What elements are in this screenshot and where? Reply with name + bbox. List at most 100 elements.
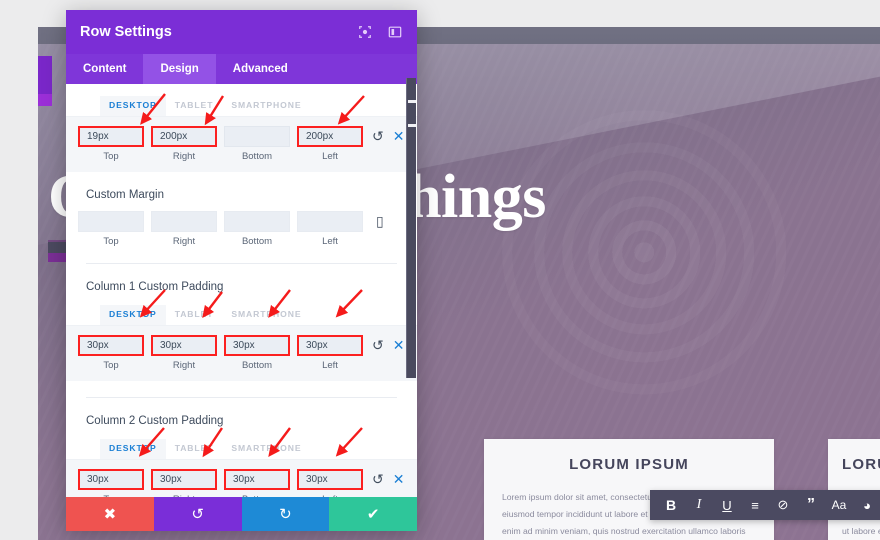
page-scrollbar[interactable] [406,78,416,378]
field-custom-padding-bottom: Bottom [224,126,290,162]
reset-icon[interactable]: ↺ [372,471,384,488]
input-right[interactable]: 30px [151,469,217,490]
save-button[interactable]: ✔ [329,497,417,531]
modal-footer: ✖ ↺ ↻ ✔ [66,497,417,531]
row-actions: ↺ ✕ [372,469,404,488]
device-tab-tablet[interactable]: TABLET [166,96,223,116]
device-tabs-column-2-custom-padding: DESKTOP TABLET SMARTPHONE [66,427,417,459]
field-custom-padding-top: 19px Top [78,126,144,162]
field-column-2-custom-padding-top: 30px Top [78,469,144,497]
field-label-right: Right [172,360,196,371]
row-settings-modal: Row Settings Content Design Advanced DES… [66,10,417,531]
device-tab-tablet[interactable]: TABLET [166,439,223,459]
underline-icon[interactable]: U [714,492,740,518]
field-column-1-custom-padding-left: 30px Left [297,335,363,371]
field-column-1-custom-padding-bottom: 30px Bottom [224,335,290,371]
row-actions: ↺ ✕ [372,335,404,354]
field-custom-margin-right: Right [151,211,217,247]
input-right[interactable]: 30px [151,335,217,356]
modal-header: Row Settings [66,10,417,54]
redo-button[interactable]: ↻ [241,497,330,531]
tab-content[interactable]: Content [66,54,143,84]
field-column-1-custom-padding-top: 30px Top [78,335,144,371]
field-label-left: Left [322,360,338,371]
clear-icon[interactable]: ✕ [393,337,405,354]
field-label-right: Right [151,494,217,497]
card-title: LORUM IPS [842,456,880,473]
cancel-button[interactable]: ✖ [66,497,154,531]
input-right[interactable]: 200px [151,126,217,147]
input-top[interactable] [78,211,144,232]
device-tabs-column-1-custom-padding: DESKTOP TABLET SMARTPHONE [66,293,417,325]
clear-icon[interactable]: ✕ [393,128,405,145]
undo-button[interactable]: ↺ [153,497,242,531]
device-tab-desktop[interactable]: DESKTOP [100,96,166,116]
field-label-top: Top [78,494,144,497]
field-label-right: Right [172,151,196,162]
field-label-bottom: Bottom [241,151,273,162]
field-custom-margin-left: Left [297,211,363,247]
device-tabs-custom-padding: DESKTOP TABLET SMARTPHONE [66,84,417,116]
device-tab-desktop[interactable]: DESKTOP [100,439,166,459]
reset-icon[interactable]: ↺ [372,128,384,145]
field-label-left: Left [297,494,363,497]
layout-columns-icon[interactable] [387,24,403,40]
modal-header-actions [357,24,403,40]
field-label-left: Left [322,236,338,247]
field-custom-margin-bottom: Bottom [224,211,290,247]
section-label-column-1-custom-padding: Column 1 Custom Padding [86,281,224,293]
italic-icon[interactable]: I [686,492,712,518]
input-bottom[interactable] [224,126,290,147]
tab-design[interactable]: Design [143,54,216,84]
scrollbar-notch [408,124,416,127]
input-right[interactable] [151,211,217,232]
input-top[interactable]: 19px [78,126,144,147]
field-label-top: Top [103,360,119,371]
input-bottom[interactable]: 30px [224,335,290,356]
fullscreen-target-icon[interactable] [357,24,373,40]
field-custom-padding-right: 200px Right [151,126,217,162]
card-title: LORUM IPSUM [569,456,689,473]
input-left[interactable]: 30px [297,335,363,356]
clear-icon[interactable]: ✕ [393,471,405,488]
field-column-2-custom-padding-right: 30px Right [151,469,217,497]
device-tab-desktop[interactable]: DESKTOP [100,305,166,325]
field-custom-padding-left: 200px Left [297,126,363,162]
input-bottom[interactable] [224,211,290,232]
field-custom-margin-top: Top [78,211,144,247]
device-tab-smartphone[interactable]: SMARTPHONE [222,305,310,325]
field-row-custom-padding: 19px Top 200px Right Bottom 200px Left ↺ ✕ [66,116,417,172]
input-left[interactable]: 200px [297,126,363,147]
field-label-bottom: Bottom [241,236,273,247]
device-tab-smartphone[interactable]: SMARTPHONE [222,96,310,116]
input-left[interactable]: 30px [297,469,363,490]
field-column-2-custom-padding-bottom: 30px Bottom [224,469,290,497]
text-size-icon[interactable]: Aa [826,492,852,518]
field-label-bottom: Bottom [224,494,290,497]
field-label-bottom: Bottom [241,360,273,371]
device-tab-smartphone[interactable]: SMARTPHONE [222,439,310,459]
device-tab-tablet[interactable]: TABLET [166,305,223,325]
unlink-icon[interactable]: ⊘ [770,492,796,518]
mobile-device-icon[interactable]: ▯ [376,213,384,230]
section-label-custom-margin: Custom Margin [86,189,164,201]
reset-icon[interactable]: ↺ [372,337,384,354]
input-bottom[interactable]: 30px [224,469,290,490]
bold-icon[interactable]: B [658,492,684,518]
modal-tab-bar: Content Design Advanced [66,54,417,84]
field-column-1-custom-padding-right: 30px Right [151,335,217,371]
field-row-custom-margin: Top Right Bottom Left ▯ [66,201,417,247]
row-actions: ↺ ✕ [372,126,404,145]
text-format-toolbar[interactable]: BIU≡⊘”Aa◕⋮ [650,490,880,520]
blockquote-icon[interactable]: ” [798,492,824,518]
tab-advanced[interactable]: Advanced [216,54,305,84]
text-color-icon[interactable]: ◕ [854,492,880,518]
scrollbar-notch [408,100,416,103]
align-list-icon[interactable]: ≡ [742,492,768,518]
field-label-left: Left [322,151,338,162]
settings-scroll-area[interactable]: DESKTOP TABLET SMARTPHONE 19px Top 200px Right… [66,84,417,497]
input-left[interactable] [297,211,363,232]
input-top[interactable]: 30px [78,335,144,356]
input-top[interactable]: 30px [78,469,144,490]
field-label-right: Right [172,236,196,247]
